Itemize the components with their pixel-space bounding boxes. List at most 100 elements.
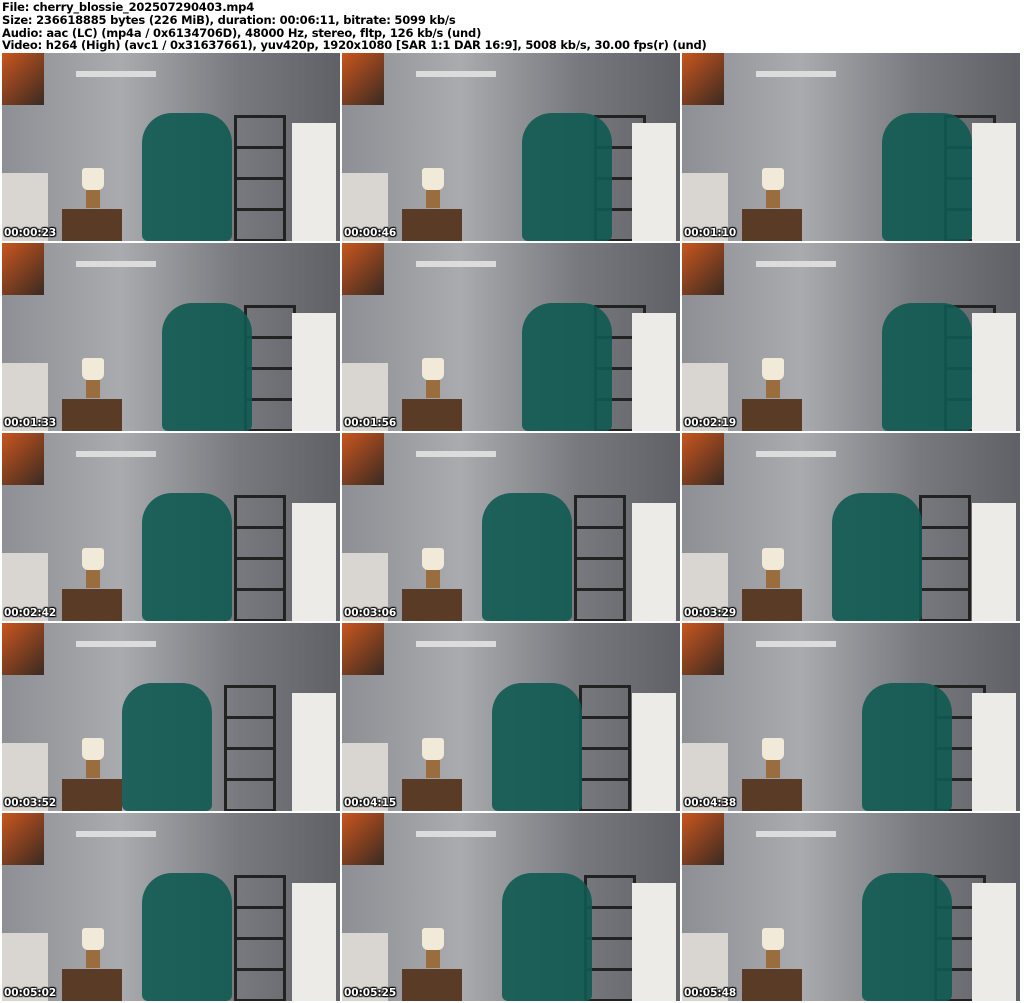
video-thumbnail: 00:00:23 bbox=[2, 53, 340, 241]
file-name: File: cherry_blossie_202507290403.mp4 bbox=[2, 0, 254, 14]
nightstand bbox=[62, 779, 122, 811]
nightstand bbox=[742, 779, 802, 811]
thumbnail-timestamp: 00:01:10 bbox=[684, 227, 737, 239]
wall-art bbox=[2, 433, 44, 485]
lamp-base bbox=[766, 570, 780, 588]
subject-figure bbox=[122, 683, 212, 811]
nightstand bbox=[742, 209, 802, 241]
subject-figure bbox=[142, 113, 232, 241]
video-thumbnail: 00:05:25 bbox=[342, 813, 680, 1001]
nightstand bbox=[402, 209, 462, 241]
shelf-rack bbox=[574, 495, 626, 621]
hanging-clothes bbox=[292, 693, 336, 811]
hanging-clothes bbox=[972, 313, 1016, 431]
thumbnail-timestamp: 00:00:46 bbox=[344, 227, 397, 239]
lamp bbox=[422, 168, 444, 190]
video-thumbnail: 00:04:38 bbox=[682, 623, 1020, 811]
wall-art bbox=[682, 623, 724, 675]
wall-art bbox=[682, 813, 724, 865]
wall-shelf bbox=[76, 831, 156, 837]
video-thumbnail: 00:03:06 bbox=[342, 433, 680, 621]
video-thumbnail: 00:00:46 bbox=[342, 53, 680, 241]
lamp-base bbox=[426, 950, 440, 968]
nightstand bbox=[402, 969, 462, 1001]
hanging-clothes bbox=[292, 123, 336, 241]
thumbnail-timestamp: 00:01:33 bbox=[4, 417, 57, 429]
wall-shelf bbox=[76, 261, 156, 267]
subject-figure bbox=[832, 493, 922, 621]
lamp-base bbox=[426, 760, 440, 778]
subject-figure bbox=[492, 683, 582, 811]
wall-art bbox=[342, 433, 384, 485]
wall-shelf bbox=[756, 641, 836, 647]
nightstand bbox=[62, 209, 122, 241]
wall-art bbox=[682, 53, 724, 105]
nightstand bbox=[62, 969, 122, 1001]
wall-shelf bbox=[416, 71, 496, 77]
lamp-base bbox=[86, 950, 100, 968]
hanging-clothes bbox=[972, 883, 1016, 1001]
video-thumbnail: 00:02:19 bbox=[682, 243, 1020, 431]
wall-shelf bbox=[416, 451, 496, 457]
lamp bbox=[82, 358, 104, 380]
nightstand bbox=[402, 779, 462, 811]
wall-shelf bbox=[416, 261, 496, 267]
lamp-base bbox=[86, 380, 100, 398]
hanging-clothes bbox=[292, 313, 336, 431]
hanging-clothes bbox=[972, 503, 1016, 621]
hanging-clothes bbox=[292, 883, 336, 1001]
shelf-rack bbox=[919, 495, 971, 621]
hanging-clothes bbox=[632, 693, 676, 811]
subject-figure bbox=[162, 303, 252, 431]
thumbnail-timestamp: 00:03:29 bbox=[684, 607, 737, 619]
hanging-clothes bbox=[632, 883, 676, 1001]
nightstand bbox=[742, 969, 802, 1001]
wall-art bbox=[2, 623, 44, 675]
thumbnail-timestamp: 00:04:15 bbox=[344, 797, 397, 809]
lamp-base bbox=[426, 380, 440, 398]
wall-shelf bbox=[416, 831, 496, 837]
subject-figure bbox=[142, 493, 232, 621]
wall-shelf bbox=[756, 451, 836, 457]
lamp bbox=[422, 358, 444, 380]
lamp bbox=[762, 168, 784, 190]
wall-shelf bbox=[756, 71, 836, 77]
subject-figure bbox=[522, 303, 612, 431]
wall-art bbox=[342, 53, 384, 105]
wall-art bbox=[342, 243, 384, 295]
nightstand bbox=[742, 589, 802, 621]
lamp-base bbox=[766, 950, 780, 968]
thumbnail-timestamp: 00:05:48 bbox=[684, 987, 737, 999]
shelf-rack bbox=[234, 495, 286, 621]
hanging-clothes bbox=[632, 313, 676, 431]
wall-shelf bbox=[756, 261, 836, 267]
wall-shelf bbox=[76, 641, 156, 647]
lamp bbox=[762, 358, 784, 380]
shelf-rack bbox=[234, 115, 286, 241]
video-thumbnail: 00:02:42 bbox=[2, 433, 340, 621]
subject-figure bbox=[862, 873, 952, 1001]
file-info-header: File: cherry_blossie_202507290403.mp4 Si… bbox=[2, 1, 707, 52]
video-thumbnail: 00:05:02 bbox=[2, 813, 340, 1001]
hanging-clothes bbox=[972, 123, 1016, 241]
video-info: Video: h264 (High) (avc1 / 0x31637661), … bbox=[2, 38, 707, 53]
thumbnail-grid: 00:00:23 00:00:46 00:01:10 00:01:33 00:01:56… bbox=[2, 53, 1020, 1001]
wall-art bbox=[2, 53, 44, 105]
lamp bbox=[422, 548, 444, 570]
wall-art bbox=[682, 433, 724, 485]
lamp bbox=[422, 738, 444, 760]
thumbnail-timestamp: 00:04:38 bbox=[684, 797, 737, 809]
wall-art bbox=[2, 243, 44, 295]
video-thumbnail: 00:03:52 bbox=[2, 623, 340, 811]
lamp bbox=[82, 738, 104, 760]
subject-figure bbox=[882, 113, 972, 241]
shelf-rack bbox=[579, 685, 631, 811]
hanging-clothes bbox=[972, 693, 1016, 811]
lamp bbox=[82, 548, 104, 570]
wall-shelf bbox=[76, 71, 156, 77]
thumbnail-timestamp: 00:02:19 bbox=[684, 417, 737, 429]
lamp-base bbox=[86, 570, 100, 588]
wall-art bbox=[342, 813, 384, 865]
thumbnail-timestamp: 00:03:52 bbox=[4, 797, 57, 809]
subject-figure bbox=[482, 493, 572, 621]
